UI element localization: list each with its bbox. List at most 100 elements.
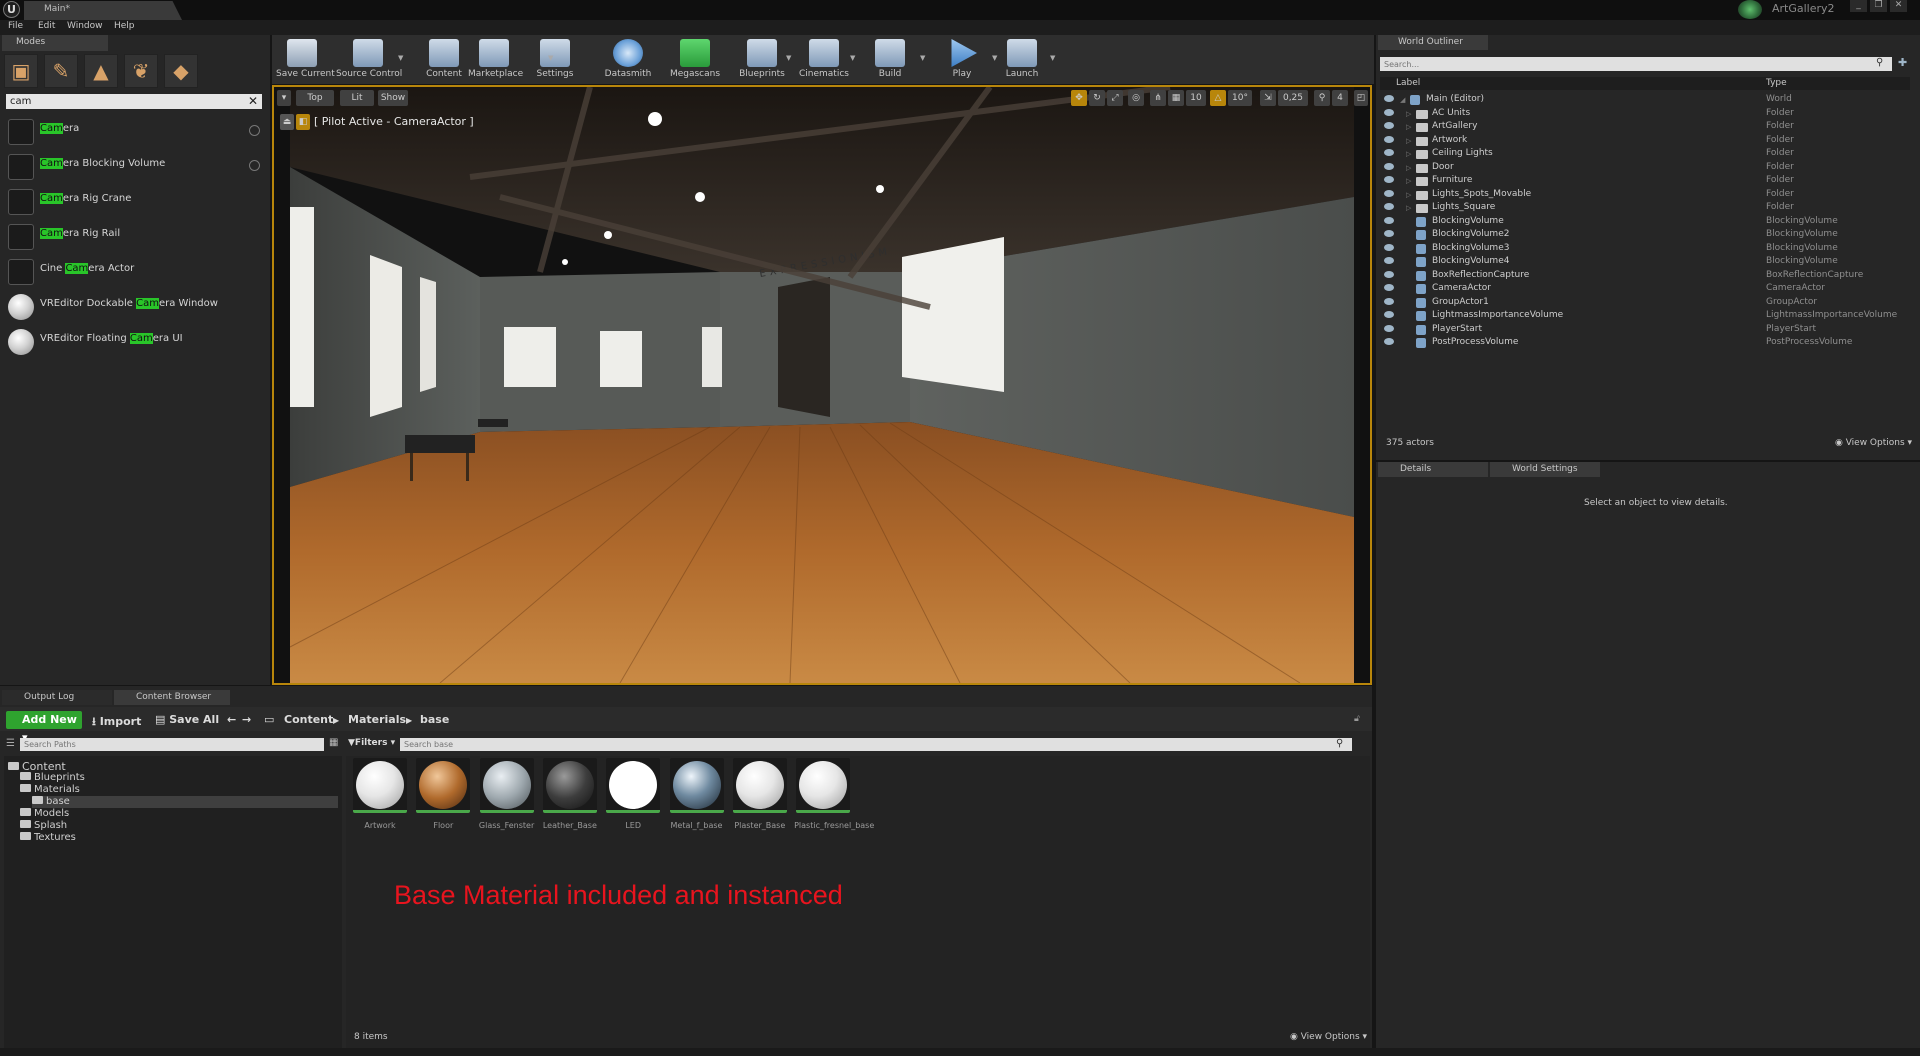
outliner-row[interactable]: PlayerStart PlayerStart [1380, 324, 1910, 337]
visibility-eye-icon[interactable] [1384, 311, 1394, 318]
material-asset[interactable]: Leather_Base [541, 758, 599, 842]
visibility-eye-icon[interactable] [1384, 230, 1394, 237]
visibility-eye-icon[interactable] [1384, 108, 1394, 116]
outliner-row[interactable]: BlockingVolume4 BlockingVolume [1380, 256, 1910, 269]
add-new-button[interactable]: Add New ▾ [6, 711, 82, 744]
world-local-icon[interactable]: ◎ [1128, 90, 1144, 106]
outliner-row[interactable]: BlockingVolume BlockingVolume [1380, 216, 1910, 229]
visibility-eye-icon[interactable] [1384, 297, 1394, 305]
info-icon[interactable] [249, 125, 260, 136]
clear-search-icon[interactable]: ✕ [246, 94, 260, 109]
expand-arrow-icon[interactable]: ◢ [1400, 96, 1405, 104]
material-asset[interactable]: LED [604, 758, 662, 842]
scale-snap-icon[interactable]: ⇲ [1260, 90, 1276, 106]
sources-toggle-icon[interactable]: ☰ [6, 738, 15, 749]
visibility-eye-icon[interactable] [1384, 257, 1394, 264]
material-asset[interactable]: Plaster_Base [731, 758, 789, 842]
expand-arrow-icon[interactable]: ▷ [1406, 150, 1411, 158]
grid-snap-icon[interactable]: ▦ [1168, 90, 1184, 106]
menu-file[interactable]: File [8, 21, 23, 31]
save-button[interactable]: Save Current [276, 35, 335, 84]
visibility-eye-icon[interactable] [1384, 270, 1394, 278]
outliner-row[interactable]: CameraActor CameraActor [1380, 283, 1910, 296]
megascans-button[interactable]: Megascans [668, 35, 722, 84]
folder-tree-item[interactable]: Models [20, 808, 69, 820]
outliner-row[interactable]: ▷ Artwork Folder [1380, 135, 1910, 148]
rotation-snap-value[interactable]: 10° [1228, 90, 1252, 106]
place-mode-icon[interactable]: ▣ [4, 54, 38, 88]
outliner-row[interactable]: BoxReflectionCapture BoxReflectionCapture [1380, 270, 1910, 283]
outliner-row[interactable]: BlockingVolume2 BlockingVolume [1380, 229, 1910, 242]
visibility-eye-icon[interactable] [1384, 338, 1394, 345]
viewport-options-button[interactable]: ▾ [277, 90, 291, 106]
visibility-eye-icon[interactable] [1384, 284, 1394, 291]
close-button[interactable]: ✕ [1890, 0, 1907, 12]
project-source-control-icon[interactable] [1738, 0, 1762, 19]
lighting-mode-button[interactable]: Lit [340, 90, 374, 106]
dropdown-arrow-icon[interactable]: ▼ [786, 54, 791, 62]
camera-speed-icon[interactable]: ⚲ [1314, 90, 1330, 106]
placeable-item[interactable]: Camera Rig Crane [0, 183, 268, 218]
output-log-tab[interactable]: Output Log [2, 690, 112, 705]
show-flags-button[interactable]: Show [378, 90, 408, 106]
breadcrumb-base[interactable]: base [420, 713, 449, 726]
filters-button[interactable]: ▼Filters ▾ [348, 738, 396, 751]
menu-window[interactable]: Window [67, 21, 103, 31]
visibility-eye-icon[interactable] [1384, 162, 1394, 170]
outliner-row[interactable]: LightmassImportanceVolume LightmassImport… [1380, 310, 1910, 323]
folder-tree-item[interactable]: Materials [20, 784, 80, 796]
dropdown-arrow-icon[interactable]: ▼ [398, 54, 403, 62]
info-icon[interactable] [249, 160, 260, 171]
landscape-mode-icon[interactable]: ▲ [84, 54, 118, 88]
outliner-row[interactable]: ▷ Furniture Folder [1380, 175, 1910, 188]
translate-gizmo-icon[interactable]: ✥ [1071, 90, 1087, 106]
minimize-button[interactable]: _ [1850, 0, 1867, 12]
level-viewport[interactable]: EXPRESSIONISM [272, 85, 1372, 685]
pilot-eject-icon[interactable]: ⏏ [280, 114, 294, 130]
datasmith-button[interactable]: Datasmith [602, 35, 654, 84]
outliner-view-options-button[interactable]: ◉ View Options ▾ [1835, 438, 1912, 448]
expand-arrow-icon[interactable]: ▷ [1406, 177, 1411, 185]
type-column-header[interactable]: Type [1766, 78, 1787, 88]
content-button[interactable]: Content [424, 35, 464, 84]
path-view-options-icon[interactable]: ▦ [329, 737, 338, 748]
visibility-eye-icon[interactable] [1384, 135, 1394, 143]
view-mode-button[interactable]: Top [296, 90, 334, 106]
visibility-eye-icon[interactable] [1384, 122, 1394, 129]
visibility-eye-icon[interactable] [1384, 216, 1394, 224]
outliner-row[interactable]: ▷ Ceiling Lights Folder [1380, 148, 1910, 161]
placeable-item[interactable]: Camera Rig Rail [0, 218, 268, 253]
save-all-button[interactable]: ▤ Save All [155, 713, 219, 726]
expand-arrow-icon[interactable]: ▷ [1406, 204, 1411, 212]
material-asset[interactable]: Floor [414, 758, 472, 842]
marketplace-button[interactable]: Marketplace [468, 35, 523, 84]
forward-button[interactable]: → [242, 713, 251, 726]
outliner-row[interactable]: ▷ Lights_Spots_Movable Folder [1380, 189, 1910, 202]
folder-tree-item[interactable]: Blueprints [20, 772, 85, 784]
scale-snap-value[interactable]: 0,25 [1278, 90, 1308, 106]
level-tab[interactable]: Main* [24, 1, 182, 20]
import-button[interactable]: ⭳ Import [92, 713, 141, 732]
expand-arrow-icon[interactable]: ▷ [1406, 164, 1411, 172]
details-tab[interactable]: Details [1378, 462, 1488, 477]
camera-speed-value[interactable]: 4 [1332, 90, 1348, 106]
dropdown-arrow-icon[interactable]: ▼ [992, 54, 997, 62]
placeable-item[interactable]: Camera Blocking Volume [0, 148, 268, 183]
label-column-header[interactable]: Label [1396, 78, 1420, 88]
outliner-row[interactable]: ▷ AC Units Folder [1380, 108, 1910, 121]
dropdown-arrow-icon[interactable]: ▼ [920, 54, 925, 62]
world-settings-tab[interactable]: World Settings [1490, 462, 1600, 477]
source-control-button[interactable]: Source Control [336, 35, 402, 84]
expand-arrow-icon[interactable]: ▷ [1406, 191, 1411, 199]
maximize-viewport-icon[interactable]: ◰ [1354, 90, 1368, 106]
folder-tree-item[interactable]: Textures [20, 832, 76, 844]
outliner-row[interactable]: ▷ ArtGallery Folder [1380, 121, 1910, 134]
breadcrumb-content[interactable]: Content [284, 713, 333, 726]
outliner-row[interactable]: ▷ Door Folder [1380, 162, 1910, 175]
visibility-eye-icon[interactable] [1384, 189, 1394, 197]
settings-button[interactable]: Settings [532, 35, 578, 84]
folder-tree-item[interactable]: Splash [20, 820, 67, 832]
surface-snap-icon[interactable]: ⋔ [1150, 90, 1166, 106]
geometry-mode-icon[interactable]: ◆ [164, 54, 198, 88]
modes-search-input[interactable] [6, 94, 262, 109]
